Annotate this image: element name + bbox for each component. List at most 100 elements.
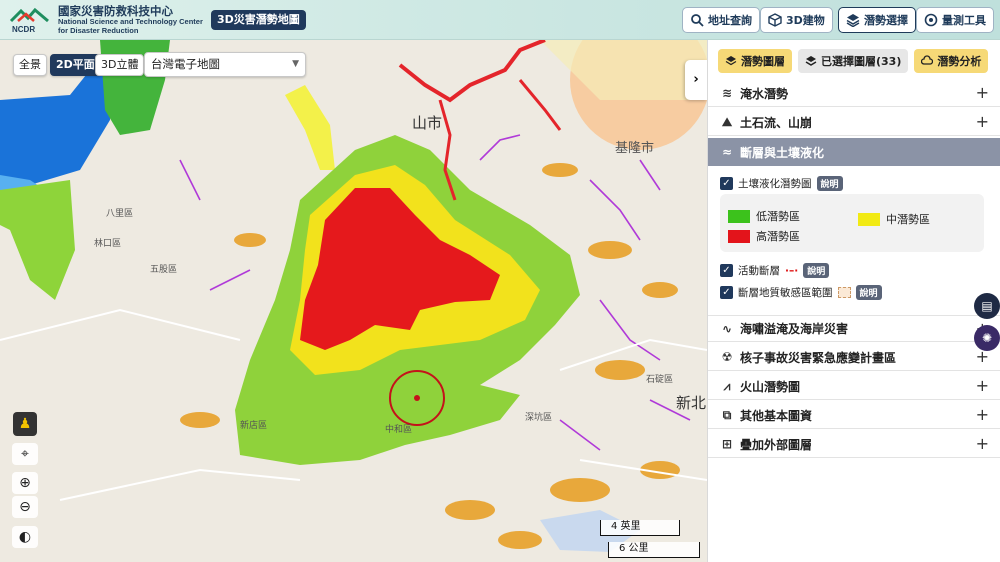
3d-building-button[interactable]: 3D建物 — [760, 7, 833, 33]
map-view[interactable]: 山市 基隆市 新北 八里區 林口區 五股區 新店區 中和區 深坑區 石碇區 全景… — [0, 40, 707, 562]
address-search-label: 地址查詢 — [708, 14, 752, 27]
place-label: 八里區 — [106, 208, 133, 219]
legend-swatch — [728, 209, 750, 223]
3d-building-label: 3D建物 — [786, 14, 825, 27]
place-label: 深坑區 — [525, 411, 552, 423]
potential-select-button[interactable]: 潛勢選擇 — [838, 7, 916, 33]
app-title: 3D災害潛勢地圖 — [211, 10, 306, 30]
section-label: 海嘯溢淹及海岸災害 — [740, 322, 849, 336]
scale-km: 6 公里 — [608, 542, 700, 558]
label-city1: 山市 — [412, 114, 442, 132]
wave-icon: ∿ — [721, 321, 733, 336]
legend-label: 高潛勢區 — [756, 230, 800, 243]
label-city2: 基隆市 — [615, 140, 654, 156]
section-tsunami[interactable]: ∿ 海嘯溢淹及海岸災害 + — [708, 315, 1000, 342]
globe-icon[interactable]: ◐ — [12, 526, 38, 548]
copy-icon: ⧉ — [722, 407, 732, 422]
section-label: 土石流、山崩 — [740, 115, 813, 130]
locate-icon[interactable]: ⌖ — [12, 443, 38, 465]
panel-collapse-button[interactable]: › — [685, 60, 707, 100]
view-2d-button[interactable]: 2D平面 — [50, 54, 101, 76]
fullview-button[interactable]: 全景 — [13, 54, 47, 76]
place-label: 中和區 — [385, 423, 412, 435]
section-base-data[interactable]: ⧉ 其他基本圖資 + — [708, 402, 1000, 429]
fault-line-swatch: ·–· — [785, 264, 799, 277]
expand-plus-icon[interactable]: + — [976, 434, 989, 453]
layer-label: 活動斷層 — [738, 265, 780, 277]
place-label: 新店區 — [240, 419, 267, 431]
layers-icon — [725, 56, 737, 66]
layer-fault-sensitive[interactable]: ✓ 斷層地質敏感區範圍 說明 — [720, 285, 882, 300]
volcano-icon: ⩘ — [723, 378, 731, 393]
ncdr-logo: NCDR — [9, 7, 49, 34]
search-icon — [691, 14, 704, 27]
info-button[interactable]: 說明 — [855, 285, 882, 300]
tab-potential-analysis[interactable]: 潛勢分析 — [914, 49, 989, 73]
section-label: 火山潛勢圖 — [740, 379, 801, 394]
green-band-west — [0, 180, 75, 300]
info-button[interactable]: 說明 — [816, 176, 843, 191]
tab-selected-layers[interactable]: 已選擇圖層(33) — [798, 49, 909, 73]
layer-active-fault[interactable]: ✓ 活動斷層 ·–· 說明 — [720, 263, 830, 278]
org-name: 國家災害防救科技中心 National Science and Technolo… — [58, 5, 203, 35]
address-search-button[interactable]: 地址查詢 — [682, 7, 760, 33]
legend-mid: 中潛勢區 — [858, 211, 930, 227]
radiation-icon: ☢ — [721, 350, 733, 364]
section-external-layers[interactable]: ⊞ 疊加外部圖層 + — [708, 431, 1000, 458]
basemap-select[interactable]: 台灣電子地圖 ▼ — [144, 52, 306, 77]
place-label: 林口區 — [94, 237, 121, 249]
section-label: 斷層與土壤液化 — [740, 145, 825, 160]
water-icon: ≋ — [721, 86, 733, 100]
info-button[interactable]: 說明 — [803, 263, 830, 278]
section-flood[interactable]: ≋ 淹水潛勢 + — [708, 80, 1000, 107]
place-label: 五股區 — [150, 264, 177, 275]
checkbox-checked-icon[interactable]: ✓ — [720, 177, 733, 190]
section-fault-liquefaction[interactable]: ≈ 斷層與土壤液化 — [708, 138, 1000, 166]
section-label: 其他基本圖資 — [740, 408, 813, 423]
legend-label: 低潛勢區 — [756, 210, 800, 223]
book-icon[interactable]: ▤ — [974, 293, 1000, 319]
legend-low: 低潛勢區 — [728, 208, 800, 224]
zoom-out-button[interactable]: ⊖ — [12, 496, 38, 518]
slope-icon: ⛰ — [721, 114, 733, 129]
legend-swatch — [728, 229, 750, 243]
tab-label: 已選擇圖層(33) — [821, 55, 902, 68]
basemap-value: 台灣電子地圖 — [151, 57, 220, 71]
map-canvas[interactable]: 山市 基隆市 新北 八里區 林口區 五股區 新店區 中和區 深坑區 石碇區 — [0, 40, 707, 562]
section-volcano[interactable]: ⩘ 火山潛勢圖 + — [708, 373, 1000, 400]
expand-plus-icon[interactable]: + — [976, 376, 989, 395]
checkbox-checked-icon[interactable]: ✓ — [720, 286, 733, 299]
fault-icon: ≈ — [721, 145, 733, 159]
app-root: NCDR 國家災害防救科技中心 National Science and Tec… — [0, 0, 1000, 562]
measure-icon — [924, 13, 938, 27]
zoom-in-button[interactable]: ⊕ — [12, 472, 38, 494]
plus-square-icon: ⊞ — [721, 437, 733, 451]
panel-tabs: 潛勢圖層 已選擇圖層(33) 潛勢分析 — [718, 49, 989, 73]
sensitive-area-swatch — [837, 287, 851, 298]
scale-miles: 4 英里 — [600, 520, 680, 536]
section-label: 疊加外部圖層 — [740, 437, 813, 452]
expand-plus-icon[interactable]: + — [976, 112, 989, 131]
expand-plus-icon[interactable]: + — [976, 83, 989, 102]
org-name-en-2: for Disaster Reduction — [58, 25, 139, 35]
legend-swatch — [858, 212, 880, 226]
layers-icon — [846, 14, 860, 27]
tab-label: 潛勢分析 — [937, 55, 982, 68]
measure-tool-button[interactable]: 量測工具 — [916, 7, 994, 33]
checkbox-checked-icon[interactable]: ✓ — [720, 264, 733, 277]
place-label: 石碇區 — [646, 373, 673, 385]
layer-label: 斷層地質敏感區範圍 — [738, 287, 833, 299]
view-3d-button[interactable]: 3D立體 — [95, 54, 145, 76]
legend-label: 中潛勢區 — [886, 213, 930, 226]
layer-label: 土壤液化潛勢圖 — [738, 178, 812, 190]
brain-icon[interactable]: ✺ — [974, 325, 1000, 351]
expand-plus-icon[interactable]: + — [976, 405, 989, 424]
section-debris-landslide[interactable]: ⛰ 土石流、山崩 + — [708, 109, 1000, 136]
label-city3: 新北 — [676, 394, 706, 412]
liquefaction-legend: 低潛勢區 中潛勢區 高潛勢區 — [720, 194, 984, 252]
layer-liquefaction[interactable]: ✓ 土壤液化潛勢圖 說明 — [720, 176, 843, 191]
layer-panel: 潛勢圖層 已選擇圖層(33) 潛勢分析 ≋ 淹水潛勢 + ⛰ 土石流、山崩 + … — [707, 40, 1000, 562]
tab-potential-layers[interactable]: 潛勢圖層 — [718, 49, 792, 73]
street-view-icon[interactable]: ♟ — [13, 412, 37, 436]
section-nuclear[interactable]: ☢ 核子事故災害緊急應變計畫區 + — [708, 344, 1000, 371]
